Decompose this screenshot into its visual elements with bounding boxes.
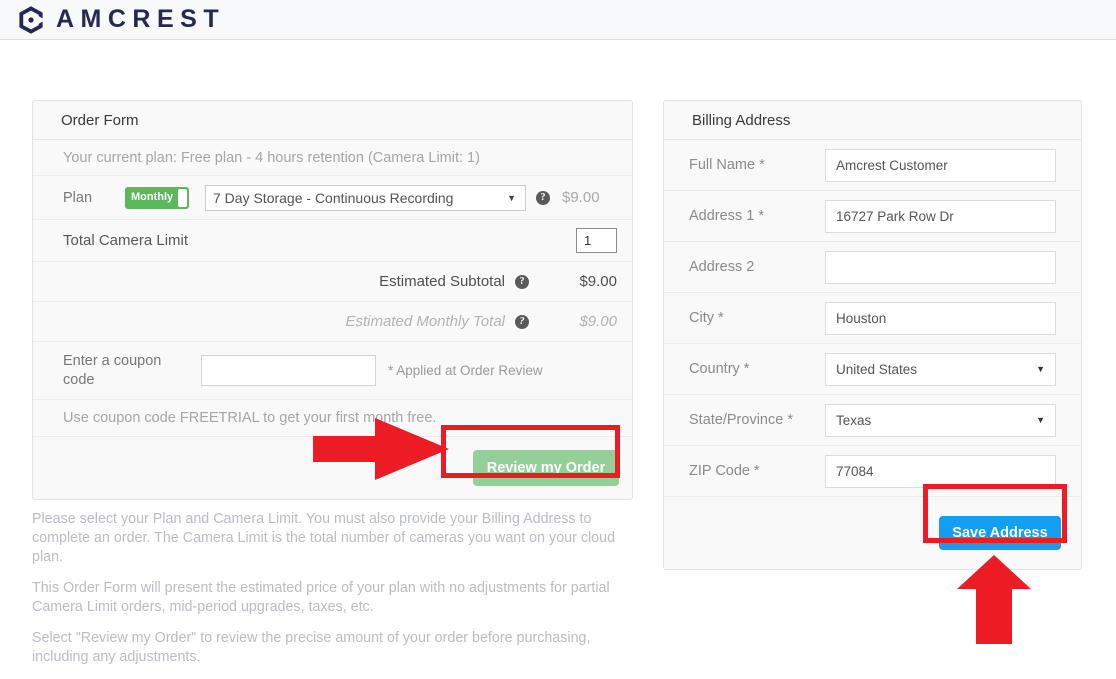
note-paragraph: Please select your Plan and Camera Limit… bbox=[32, 511, 616, 565]
billing-period-toggle-label: Monthly bbox=[131, 191, 174, 203]
full-name-field[interactable]: Amcrest Customer bbox=[825, 148, 1056, 182]
coupon-hint-text: Use coupon code FREETRIAL to get your fi… bbox=[63, 410, 437, 426]
zip-field[interactable]: 77084 bbox=[825, 454, 1056, 488]
full-name-label: Full Name * bbox=[689, 157, 765, 173]
billing-address-title: Billing Address bbox=[664, 101, 1081, 140]
address1-value: 16727 Park Row Dr bbox=[836, 208, 954, 224]
monthly-total-label: Estimated Monthly Total ? bbox=[345, 313, 529, 330]
plan-row: Plan Monthly 7 Day Storage - Continuous … bbox=[33, 176, 632, 220]
billing-row-address2: Address 2 bbox=[664, 242, 1081, 293]
current-plan-row: Your current plan: Free plan - 4 hours r… bbox=[33, 140, 632, 176]
coupon-note: * Applied at Order Review bbox=[388, 363, 543, 378]
note-paragraph: This Order Form will present the estimat… bbox=[32, 580, 610, 615]
city-value: Houston bbox=[836, 310, 887, 326]
coupon-row: Enter a coupon code * Applied at Order R… bbox=[33, 342, 632, 400]
city-field[interactable]: Houston bbox=[825, 301, 1056, 335]
coupon-hint-row: Use coupon code FREETRIAL to get your fi… bbox=[33, 400, 632, 437]
order-form-panel: Order Form Your current plan: Free plan … bbox=[32, 100, 633, 500]
plan-select[interactable]: 7 Day Storage - Continuous Recording ▼ bbox=[205, 184, 526, 211]
billing-row-zip: ZIP Code * 77084 bbox=[664, 446, 1081, 497]
site-header: AMCREST bbox=[0, 0, 1116, 40]
state-select[interactable]: Texas ▼ bbox=[825, 403, 1056, 437]
billing-row-country: Country * United States ▼ bbox=[664, 344, 1081, 395]
page-content: Order Form Your current plan: Free plan … bbox=[0, 40, 1116, 665]
monthly-total-help-icon[interactable]: ? bbox=[515, 314, 529, 329]
order-submit-row: Review my Order bbox=[33, 437, 632, 499]
coupon-input[interactable] bbox=[201, 355, 376, 386]
amcrest-hexagon-logo-icon bbox=[19, 5, 43, 34]
billing-row-state: State/Province * Texas ▼ bbox=[664, 395, 1081, 446]
toggle-knob bbox=[178, 188, 187, 207]
monthly-total-row: Estimated Monthly Total ? $9.00 bbox=[33, 302, 632, 342]
camera-limit-label: Total Camera Limit bbox=[63, 232, 189, 249]
state-value: Texas bbox=[836, 412, 872, 428]
brand-name: AMCREST bbox=[56, 5, 226, 33]
address1-field[interactable]: 16727 Park Row Dr bbox=[825, 199, 1056, 233]
state-label: State/Province * bbox=[689, 412, 793, 428]
chevron-down-icon: ▼ bbox=[1036, 415, 1045, 425]
camera-limit-input[interactable] bbox=[576, 228, 617, 253]
country-select[interactable]: United States ▼ bbox=[825, 352, 1056, 386]
address1-label: Address 1 * bbox=[689, 208, 764, 224]
current-plan-text: Your current plan: Free plan - 4 hours r… bbox=[63, 149, 480, 166]
city-label: City * bbox=[689, 310, 724, 326]
subtotal-help-icon[interactable]: ? bbox=[515, 274, 529, 289]
zip-value: 77084 bbox=[836, 463, 874, 479]
country-label: Country * bbox=[689, 361, 750, 377]
save-address-button[interactable]: Save Address bbox=[939, 516, 1061, 550]
chevron-down-icon: ▼ bbox=[1036, 364, 1045, 374]
plan-select-value: 7 Day Storage - Continuous Recording bbox=[213, 189, 454, 206]
subtotal-row: Estimated Subtotal ? $9.00 bbox=[33, 262, 632, 302]
subtotal-label: Estimated Subtotal ? bbox=[379, 273, 529, 290]
plan-price: $9.00 bbox=[562, 189, 600, 206]
billing-submit-row: Save Address bbox=[664, 497, 1081, 569]
billing-row-address1: Address 1 * 16727 Park Row Dr bbox=[664, 191, 1081, 242]
billing-period-toggle[interactable]: Monthly bbox=[125, 186, 189, 209]
subtotal-value: $9.00 bbox=[579, 273, 617, 290]
address2-label: Address 2 bbox=[689, 259, 755, 275]
chevron-down-icon: ▼ bbox=[507, 192, 516, 203]
address2-field[interactable] bbox=[825, 250, 1056, 284]
billing-address-panel: Billing Address Full Name * Amcrest Cust… bbox=[663, 100, 1082, 570]
brand-logo[interactable]: AMCREST bbox=[17, 5, 225, 35]
camera-limit-row: Total Camera Limit bbox=[33, 220, 632, 262]
billing-row-full-name: Full Name * Amcrest Customer bbox=[664, 140, 1081, 191]
note-paragraph: Select "Review my Order" to review the p… bbox=[32, 630, 591, 665]
country-value: United States bbox=[836, 361, 918, 377]
review-my-order-button[interactable]: Review my Order bbox=[473, 450, 619, 486]
monthly-total-value: $9.00 bbox=[579, 313, 617, 330]
coupon-label: Enter a coupon code bbox=[63, 352, 162, 388]
plan-label: Plan bbox=[63, 189, 93, 206]
order-form-notes: Please select your Plan and Camera Limit… bbox=[32, 510, 632, 679]
full-name-value: Amcrest Customer bbox=[836, 157, 948, 173]
billing-row-city: City * Houston bbox=[664, 293, 1081, 344]
plan-help-icon[interactable]: ? bbox=[536, 190, 550, 205]
order-form-title: Order Form bbox=[33, 101, 632, 140]
zip-label: ZIP Code * bbox=[689, 463, 760, 479]
